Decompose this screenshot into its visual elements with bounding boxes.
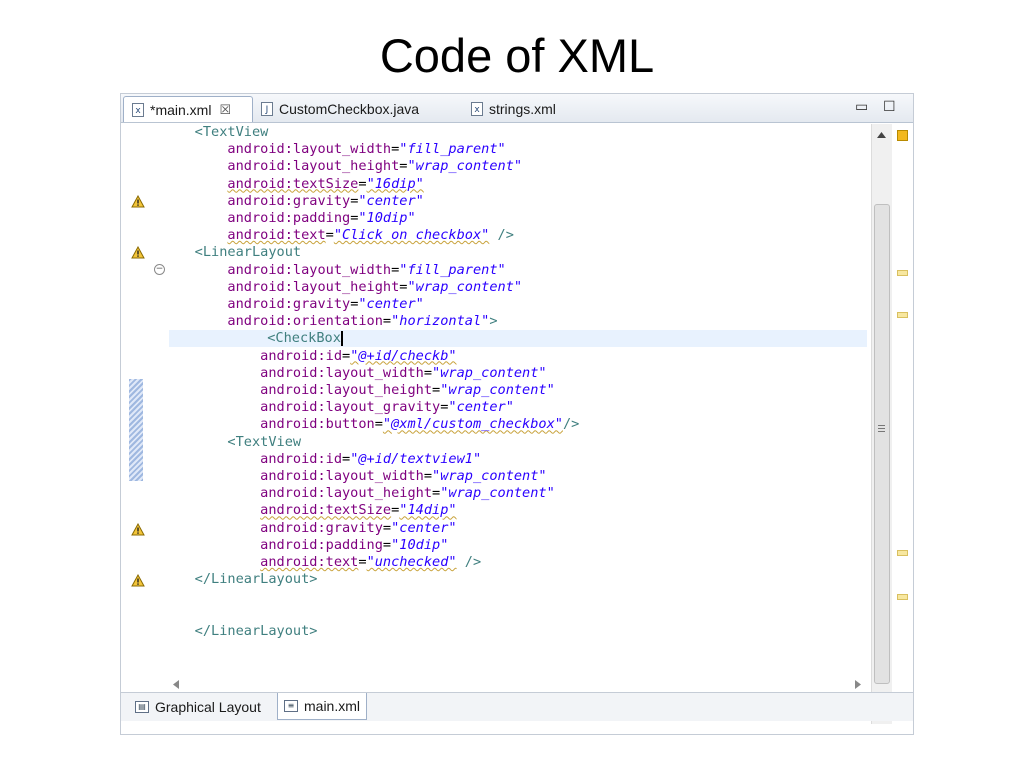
tab-main-xml-source[interactable]: ≡ main.xml: [277, 693, 368, 720]
horizontal-scrollbar[interactable]: [169, 676, 869, 690]
warning-marker[interactable]: [897, 550, 908, 556]
code-line[interactable]: android:padding="10dip": [121, 537, 871, 554]
vertical-scrollbar[interactable]: [871, 124, 892, 724]
code-line[interactable]: android:text="Click on checkbox" />: [121, 227, 871, 244]
layout-icon: ▤: [135, 700, 149, 713]
java-file-icon: J: [261, 102, 273, 116]
editor-tab-bar: x *main.xml ☒ J CustomCheckbox.java x st…: [121, 94, 913, 123]
code-area[interactable]: <TextView android:layout_width="fill_par…: [121, 124, 871, 728]
tab-label: strings.xml: [489, 101, 556, 117]
code-line[interactable]: <TextView: [121, 434, 871, 451]
code-line[interactable]: android:layout_height="wrap_content": [121, 382, 871, 399]
code-line[interactable]: android:textSize="14dip": [121, 502, 871, 519]
code-line[interactable]: <TextView: [121, 124, 871, 141]
tab-label: *main.xml: [150, 101, 212, 118]
code-line[interactable]: android:button="@xml/custom_checkbox"/>: [121, 416, 871, 433]
code-line[interactable]: android:gravity="center": [121, 193, 871, 210]
code-line[interactable]: android:padding="10dip": [121, 210, 871, 227]
code-line[interactable]: android:layout_height="wrap_content": [121, 485, 871, 502]
code-line[interactable]: android:orientation="horizontal">: [121, 313, 871, 330]
scrollbar-thumb[interactable]: [874, 204, 890, 684]
code-line[interactable]: android:layout_width="wrap_content": [121, 365, 871, 382]
tab-strings-xml[interactable]: x strings.xml: [463, 96, 593, 122]
code-line[interactable]: android:layout_width="fill_parent": [121, 141, 871, 158]
code-line[interactable]: android:layout_height="wrap_content": [121, 279, 871, 296]
code-line[interactable]: </LinearLayout>: [121, 571, 871, 588]
tab-label: Graphical Layout: [155, 698, 261, 715]
source-icon: ≡: [284, 700, 298, 712]
code-line[interactable]: android:layout_height="wrap_content": [121, 158, 871, 175]
code-line[interactable]: android:id="@+id/checkb": [121, 348, 871, 365]
minimize-button[interactable]: ▭: [855, 98, 868, 115]
code-line[interactable]: android:gravity="center": [121, 520, 871, 537]
code-line[interactable]: <CheckBox: [169, 330, 867, 348]
tab-label: CustomCheckbox.java: [279, 101, 420, 117]
tab-label: main.xml: [304, 698, 361, 714]
xml-file-icon: x: [132, 102, 144, 117]
warning-marker[interactable]: [897, 270, 908, 276]
code-line[interactable]: android:id="@+id/textview1": [121, 451, 871, 468]
summary-warning-icon[interactable]: [897, 130, 908, 141]
code-line[interactable]: android:textSize="16dip": [121, 176, 871, 193]
grip-icon: [878, 425, 885, 426]
warning-marker[interactable]: [897, 312, 908, 318]
xml-editor-window: x *main.xml ☒ J CustomCheckbox.java x st…: [120, 93, 914, 735]
scroll-left-icon[interactable]: [173, 680, 179, 689]
code-line[interactable]: <LinearLayout: [121, 244, 871, 261]
code-line[interactable]: android:layout_gravity="center": [121, 399, 871, 416]
editor-bottom-tabs: ▤ Graphical Layout ≡ main.xml: [121, 692, 913, 721]
code-line[interactable]: android:layout_width="fill_parent": [121, 262, 871, 279]
overview-ruler: [893, 124, 911, 728]
scroll-right-icon[interactable]: [855, 680, 861, 689]
scroll-up-icon[interactable]: [877, 132, 886, 138]
close-icon[interactable]: ☒: [219, 102, 231, 118]
code-line[interactable]: android:gravity="center": [121, 296, 871, 313]
code-line[interactable]: [121, 588, 871, 605]
xml-file-icon: x: [471, 102, 483, 116]
tab-main-xml[interactable]: x *main.xml ☒: [123, 96, 253, 122]
code-line[interactable]: android:layout_width="wrap_content": [121, 468, 871, 485]
text-caret: [340, 330, 343, 346]
warning-marker[interactable]: [897, 594, 908, 600]
slide-title: Code of XML: [379, 29, 655, 82]
code-line[interactable]: [121, 606, 871, 623]
code-line[interactable]: android:text="unchecked" />: [121, 554, 871, 571]
maximize-button[interactable]: ☐: [883, 98, 896, 115]
tab-graphical-layout[interactable]: ▤ Graphical Layout: [129, 693, 267, 720]
tab-customcheckbox-java[interactable]: J CustomCheckbox.java: [253, 96, 453, 122]
code-line[interactable]: </LinearLayout>: [121, 623, 871, 640]
